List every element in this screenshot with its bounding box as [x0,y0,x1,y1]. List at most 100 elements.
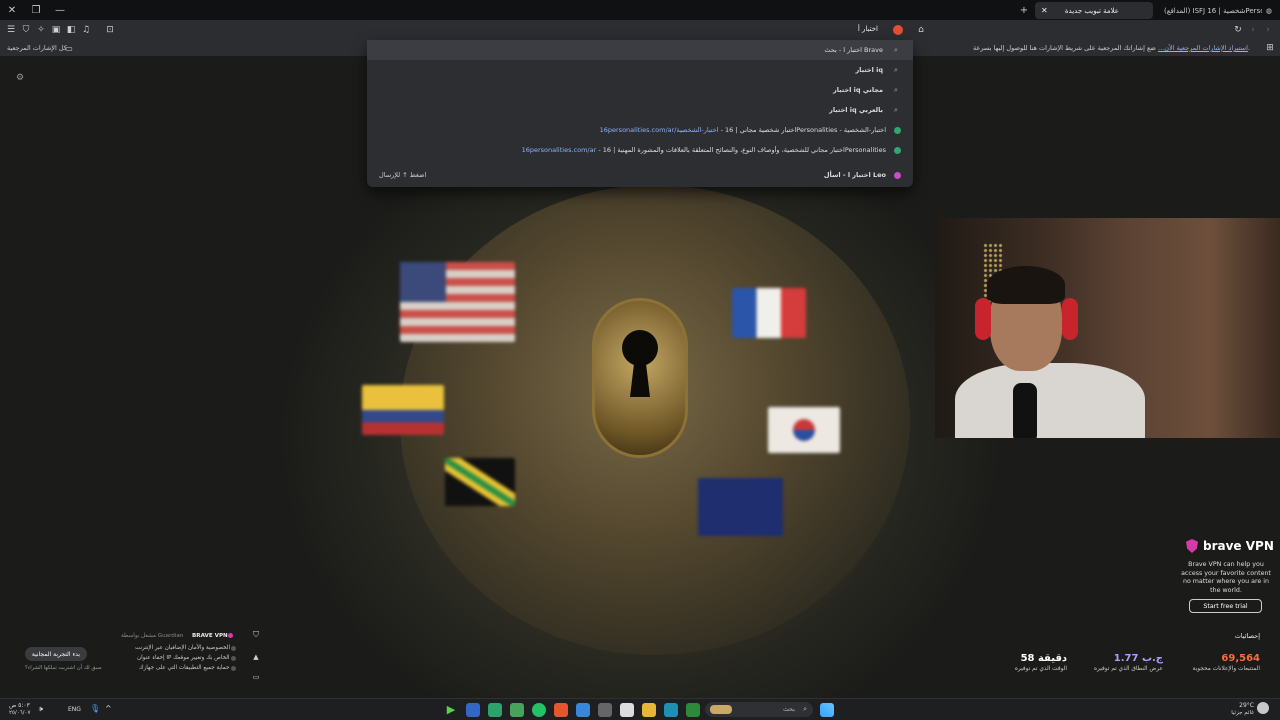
weather-icon[interactable] [1257,702,1269,714]
brave-favicon-icon: ◍ [1265,6,1272,15]
calendar-app-icon[interactable] [620,703,634,717]
reload-icon[interactable]: ↻ [1231,23,1245,37]
clock-date[interactable]: ٢٥/٠٦/٠٧ [9,710,30,716]
whatsapp-icon[interactable] [532,703,546,717]
flag-korea-image [768,407,840,453]
vpn-widget-bullet-2: إخفاء عنوان IP الخاص بك وتغيير موقعك [137,655,230,661]
vpn-widget-trial-button[interactable]: بدء التجربة المجانية [25,647,87,661]
flag-usa-image [400,262,515,342]
bullet-icon [231,646,236,651]
import-bookmarks-link[interactable]: استيراد الإشارات المرجعية الآن... [1158,44,1248,52]
site-favicon-icon [894,146,901,154]
webcam-person-body [955,363,1145,438]
suggestion-row[interactable]: اختبار ا - اسأل Leo [367,165,913,185]
search-icon: ⌕ [894,45,898,54]
tray-overflow-icon[interactable]: ^ [105,704,112,713]
start-free-trial-button[interactable]: Start free trial [1189,599,1262,613]
weather-desc: غائم جزئيا [1231,710,1254,716]
photo-viewer-icon[interactable] [466,703,480,717]
webcam-person-hair [987,266,1065,304]
bookmarks-hint: استيراد الإشارات المرجعية الآن... ضع إشا… [973,44,1250,52]
bookmark-star-icon[interactable]: ⌂ [914,23,928,37]
wallet-icon[interactable]: ▣ [49,23,63,37]
search-icon: ⌕ [803,705,807,713]
taskbar: ⌕ بحث ▶ 29°C غائم جزئيا ٥:٠٣ ص ٢٥/٠٦/٠٧ … [0,698,1280,720]
sidebar-icon[interactable]: ◧ [64,23,78,37]
tab-16personalities[interactable]: (المدافع) ISFJ شخصية | 16Personalities ◍ [1158,2,1278,19]
tab-new-tab[interactable]: ✕ علامة تبويب جديدة [1035,2,1153,19]
stat-trackers-value: 69,564 [1221,653,1260,664]
bullet-icon [231,656,236,661]
webcam-headphone-right [1062,298,1078,340]
vpn-shield-icon[interactable]: ⛉ [19,23,33,37]
suggestion-text: اختبار iq بالعربي [829,106,883,114]
screen: { "tabs":[ {"label":"(المدافع) ISFJ شخصي… [0,0,1280,720]
suggestion-row[interactable]: 16personalities.com/ar - اختبار مجاني لل… [367,140,913,160]
close-tab-icon[interactable]: ✕ [1041,6,1048,15]
stat-bandwidth-label: عرض النطاق الذي تم توفيره [1094,666,1163,672]
app-window-icon[interactable] [576,703,590,717]
language-indicator[interactable]: ENG [68,706,81,713]
settings-app-icon[interactable] [598,703,612,717]
photos-app-icon[interactable] [510,703,524,717]
send-hint: اضغط ↑ للإرسال [379,171,427,179]
weather-temp: 29°C [1239,702,1254,709]
forward-icon[interactable]: ‹ [1246,23,1260,37]
search-icon: ⌕ [894,105,898,114]
new-tab-icon[interactable]: + [1012,0,1036,20]
leo-ai-icon[interactable]: ✧ [34,23,48,37]
webcam-overlay [935,218,1280,438]
search-highlight-image [710,705,732,714]
suggestion-row[interactable]: اختبار iq مجاني ⌕ [367,80,913,100]
customize-gear-icon[interactable]: ⚙ [13,71,27,85]
volume-icon[interactable]: 🕩 [38,704,43,714]
widget-card-icon[interactable]: ▭ [249,670,263,684]
tab-title: علامة تبويب جديدة [1064,6,1119,15]
apps-grid-icon[interactable]: ⊞ [1263,41,1277,55]
taskbar-search[interactable]: ⌕ بحث [705,702,813,717]
menu-icon[interactable]: ☰ [4,23,18,37]
suggestion-row[interactable]: اختبار iq بالعربي ⌕ [367,100,913,120]
flag-australia-image [698,478,783,536]
site-favicon-icon [894,126,901,134]
media-icon[interactable]: ♫ [79,23,93,37]
flag-jamaica-image [445,458,515,506]
address-bar-text[interactable]: اختبار أ [858,25,878,33]
media-player-icon[interactable]: ▶ [444,703,458,717]
suggestion-url: 16personalities.com/ar/اختبار-الشخصية [599,126,719,134]
webcam-headphone [975,298,991,340]
microphone-icon[interactable]: 🎙 [90,704,100,713]
minimize-window-icon[interactable]: — [48,0,72,20]
vpn-title: brave VPN [1203,539,1274,553]
widget-up-icon[interactable]: ▲ [249,650,263,664]
vpn-widget-footer: سبق لك أن اشتريت تملكها الشراء؟ [25,665,102,671]
xbox-icon[interactable] [686,703,700,717]
extensions-icon[interactable]: ⊡ [103,23,117,37]
tab-title: (المدافع) ISFJ شخصية | 16Personalities [1164,6,1262,15]
suggestion-text: اختبار ا - اسأل Leo [823,171,886,179]
vpn-widget-logo-icon [228,633,233,638]
suggestion-url: 16personalities.com/ar [521,146,597,154]
file-explorer-icon[interactable] [642,703,656,717]
back-icon[interactable]: › [1261,23,1275,37]
suggestion-row[interactable]: اختبار ا - بحث Brave ⌕ [367,40,913,60]
vpn-widget-powered: مشغل بواسطة Guardian [121,633,184,639]
omnibox-suggestions: اختبار ا - بحث Brave ⌕ اختبار iq ⌕ اختبا… [367,40,913,187]
start-windows-icon[interactable] [820,703,834,717]
all-bookmarks-button[interactable]: كل الإشارات المرجعية [7,44,67,52]
suggestion-row[interactable]: 16personalities.com/ar/اختبار-الشخصية - … [367,120,913,140]
clock-time[interactable]: ٥:٠٣ ص [9,702,30,709]
suggestion-text: اختبار iq [855,66,883,74]
close-window-icon[interactable]: ✕ [0,0,24,20]
brave-browser-icon[interactable] [554,703,568,717]
edge-icon[interactable] [664,703,678,717]
obs-app-icon[interactable] [488,703,502,717]
search-icon: ⌕ [894,65,898,74]
suggestion-row[interactable]: اختبار iq ⌕ [367,60,913,80]
vpn-widget-bullet-1: الخصوصية والأمان الإضافيان عبر الإنترنت [135,645,231,651]
toolbar [0,20,1280,40]
stat-time-value: 58 دقيقة [1020,653,1067,664]
brave-shields-icon[interactable] [893,25,903,35]
leo-icon [894,171,901,179]
restore-window-icon[interactable]: ❐ [24,0,48,20]
